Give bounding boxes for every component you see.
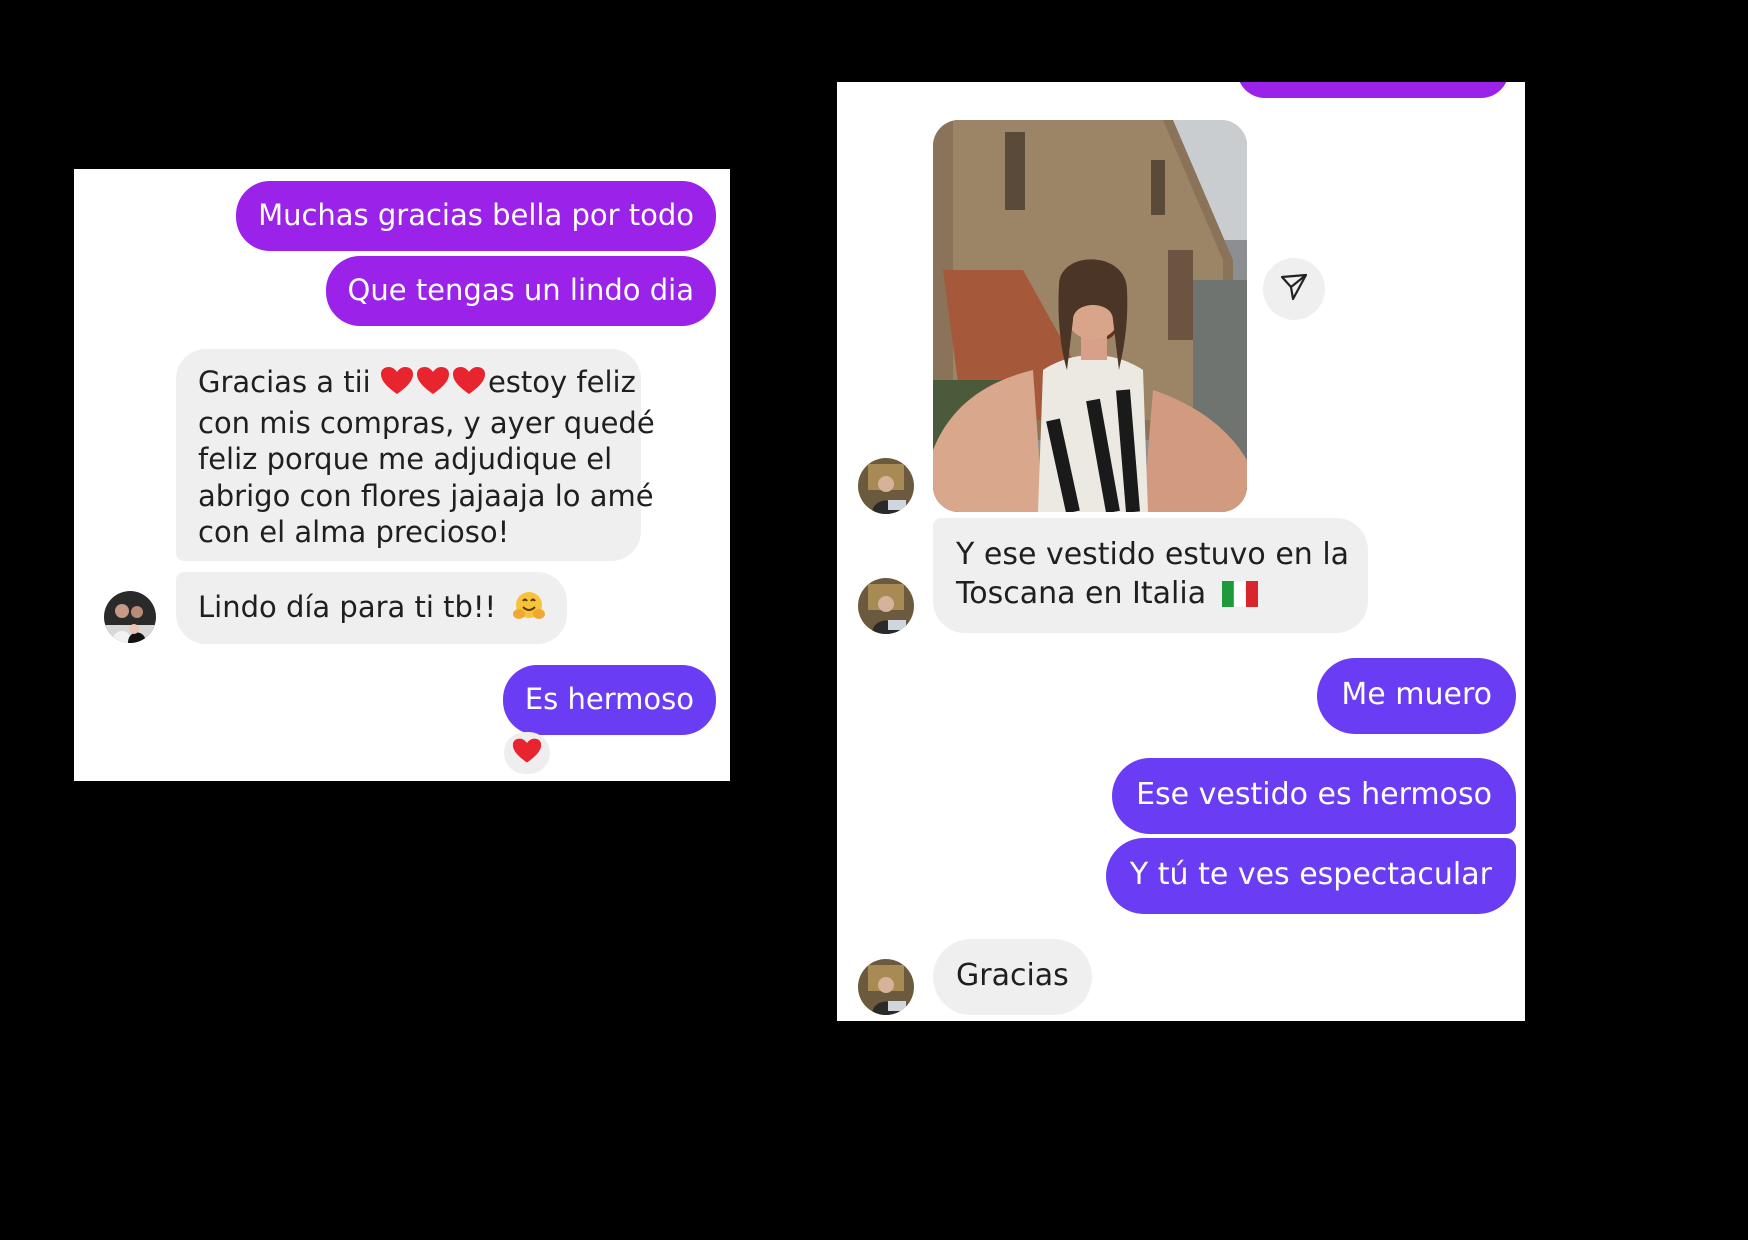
received-message[interactable]: Gracias a tii estoy feliz con mis compra…	[176, 349, 655, 561]
contact-avatar[interactable]	[104, 591, 156, 643]
message-line: Toscana en Italia	[956, 574, 1345, 617]
send-icon	[1279, 272, 1309, 306]
contact-avatar[interactable]	[858, 959, 914, 1015]
red-heart-icon	[512, 737, 542, 769]
sent-message[interactable]: Que tengas un lindo dia	[325, 256, 716, 326]
contact-avatar[interactable]	[858, 578, 914, 634]
message-text: Gracias	[956, 958, 1069, 993]
message-line: con mis compras, y ayer quedé	[198, 405, 655, 440]
contact-avatar[interactable]	[858, 458, 914, 514]
message-text: estoy feliz	[487, 365, 636, 399]
message-text: Y tú te ves espectacular	[1129, 857, 1492, 892]
sent-message-partial	[1237, 82, 1509, 98]
message-line: Gracias a tii estoy feliz	[198, 364, 636, 405]
message-text: Ese vestido es hermoso	[1136, 777, 1492, 812]
sent-message[interactable]: Ese vestido es hermoso	[1112, 758, 1516, 834]
received-message[interactable]: Gracias	[933, 939, 1092, 1015]
hugging-face-icon	[513, 591, 546, 630]
shared-photo[interactable]	[933, 120, 1247, 512]
message-line: feliz porque me adjudique el	[198, 442, 613, 476]
message-text: Toscana en Italia	[956, 576, 1207, 611]
sent-message[interactable]: Y tú te ves espectacular	[1105, 838, 1516, 914]
received-message[interactable]: Lindo día para ti tb!!	[176, 572, 568, 644]
sent-message[interactable]: Es hermoso	[502, 665, 716, 735]
message-line: abrigo con flores jajaaja lo amé	[198, 478, 654, 513]
message-text: Me muero	[1341, 677, 1492, 712]
message-reaction[interactable]	[504, 732, 550, 774]
message-text: Es hermoso	[524, 682, 694, 716]
sent-message[interactable]: Muchas gracias bella por todo	[236, 181, 716, 251]
left-chat-panel: Muchas gracias bella por todo Que tengas…	[74, 169, 730, 781]
message-text: Gracias a tii	[198, 365, 371, 399]
message-text: Que tengas un lindo dia	[347, 273, 694, 307]
received-message[interactable]: Y ese vestido estuvo en la Toscana en It…	[933, 518, 1368, 633]
message-text: Lindo día para ti tb!!	[198, 590, 497, 624]
sent-message[interactable]: Me muero	[1317, 658, 1516, 734]
message-line: con el alma precioso!	[198, 515, 510, 549]
right-chat-panel: Y ese vestido estuvo en la Toscana en It…	[837, 82, 1525, 1021]
red-heart-icon	[380, 366, 488, 405]
message-text: Muchas gracias bella por todo	[258, 198, 694, 232]
share-button[interactable]	[1263, 258, 1325, 320]
message-line: Y ese vestido estuvo en la	[956, 537, 1350, 572]
italy-flag-icon	[1221, 578, 1258, 617]
